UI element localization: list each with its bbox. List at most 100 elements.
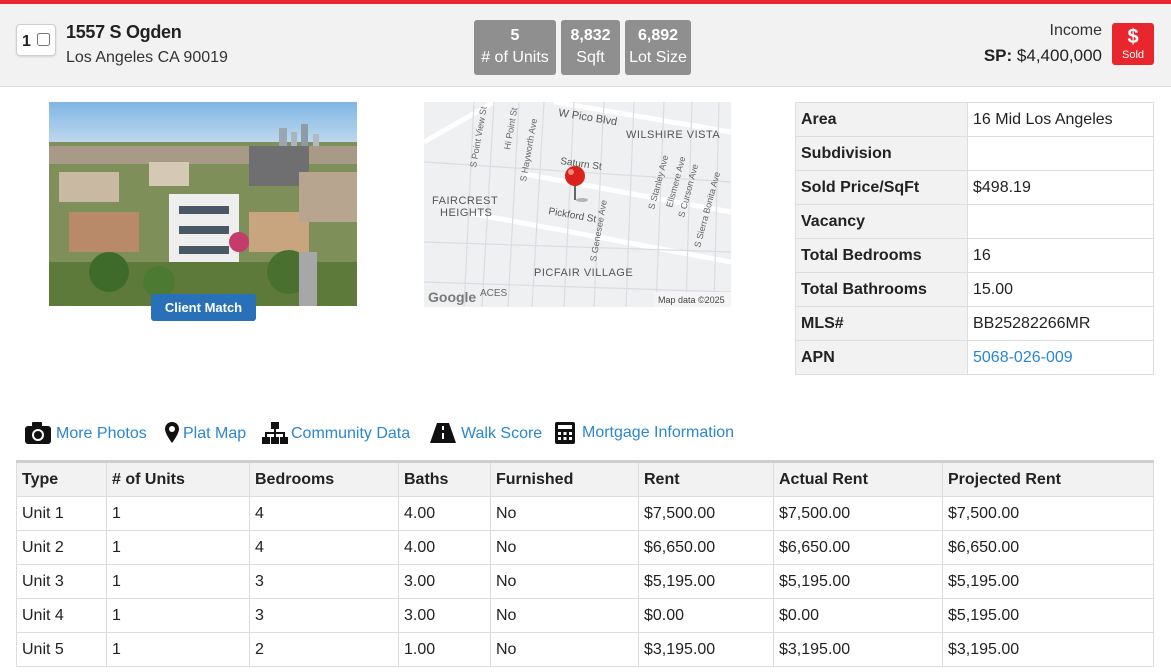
location-map[interactable]: W Pico Blvd WILSHIRE VISTA Saturn St FAI… xyxy=(424,102,731,307)
table-cell: $5,195.00 xyxy=(942,598,1154,633)
facts-label: Subdivision xyxy=(795,136,968,171)
table-cell: $7,500.00 xyxy=(942,496,1154,531)
camera-icon xyxy=(25,422,51,444)
more-photos-link[interactable]: More Photos xyxy=(24,418,152,448)
table-cell: 1.00 xyxy=(398,632,491,667)
facts-label: MLS# xyxy=(795,306,968,341)
facts-value-cell: 5068-026-009 xyxy=(967,340,1154,375)
street-map-image: W Pico Blvd WILSHIRE VISTA Saturn St FAI… xyxy=(424,102,731,307)
listing-select-checkbox[interactable] xyxy=(37,33,50,46)
table-cell: No xyxy=(490,496,639,531)
table-cell: No xyxy=(490,632,639,667)
mortgage-information-label: Mortgage Information xyxy=(582,424,735,441)
table-cell: Unit 1 xyxy=(16,496,107,531)
facts-label: Total Bathrooms xyxy=(795,272,968,307)
table-cell: $7,500.00 xyxy=(773,496,943,531)
facts-row-subdivision: Subdivision xyxy=(795,136,1154,171)
sold-price-label: SP: xyxy=(983,46,1013,65)
facts-row-total-bathrooms: Total Bathrooms 15.00 xyxy=(795,272,1154,307)
facts-label: Area xyxy=(795,102,968,137)
table-cell: $6,650.00 xyxy=(638,530,774,565)
community-data-label: Community Data xyxy=(291,425,411,442)
sitemap-icon xyxy=(262,422,288,444)
facts-value xyxy=(967,136,1154,171)
table-cell: $6,650.00 xyxy=(942,530,1154,565)
table-cell: 1 xyxy=(106,530,250,565)
stat-units: 5 # of Units xyxy=(474,20,556,75)
dollar-icon: $ xyxy=(1127,26,1139,48)
mortgage-information-link[interactable]: Mortgage Information xyxy=(554,418,780,448)
listing-index: 1 xyxy=(22,33,31,50)
sold-price-value: $4,400,000 xyxy=(1016,46,1102,65)
table-cell: 4 xyxy=(249,530,399,565)
calculator-icon xyxy=(555,422,575,444)
facts-row-total-bedrooms: Total Bedrooms 16 xyxy=(795,238,1154,273)
property-photo[interactable] xyxy=(49,102,357,306)
aerial-photo-image xyxy=(49,102,357,306)
google-logo: Google xyxy=(428,289,476,305)
facts-label: Vacancy xyxy=(795,204,968,239)
table-cell: $3,195.00 xyxy=(638,632,774,667)
table-cell: 3 xyxy=(249,598,399,633)
table-cell: $3,195.00 xyxy=(773,632,943,667)
table-cell: 1 xyxy=(106,564,250,599)
column-header-projected-rent: Projected Rent xyxy=(942,461,1154,497)
facts-row-area: Area 16 Mid Los Angeles xyxy=(795,102,1154,137)
listing-select-box[interactable]: 1 xyxy=(16,24,56,56)
table-row: Unit 4 1 3 3.00 No $0.00 $0.00 $5,195.00 xyxy=(16,598,1154,633)
more-photos-label: More Photos xyxy=(56,425,147,442)
map-pin-icon xyxy=(165,422,179,443)
stat-lot-size: 6,892 Lot Size xyxy=(625,20,691,75)
table-row: Unit 3 1 3 3.00 No $5,195.00 $5,195.00 $… xyxy=(16,564,1154,599)
table-cell: 1 xyxy=(106,598,250,633)
table-cell: 3.00 xyxy=(398,598,491,633)
apn-link[interactable]: 5068-026-009 xyxy=(973,349,1073,366)
status-badge: $ Sold xyxy=(1112,23,1154,65)
column-header-baths: Baths xyxy=(398,461,491,497)
facts-row-apn: APN 5068-026-009 xyxy=(795,340,1154,375)
column-header-units: # of Units xyxy=(106,461,250,497)
table-cell: 3 xyxy=(249,564,399,599)
facts-value: 16 Mid Los Angeles xyxy=(967,102,1154,137)
address-line-2: Los Angeles CA 90019 xyxy=(66,49,228,66)
column-header-actual-rent: Actual Rent xyxy=(773,461,943,497)
status-badge-label: Sold xyxy=(1121,49,1145,61)
table-cell: 4.00 xyxy=(398,496,491,531)
table-row: Unit 2 1 4 4.00 No $6,650.00 $6,650.00 $… xyxy=(16,530,1154,565)
client-match-button[interactable]: Client Match xyxy=(151,294,256,321)
stat-units-value: 5 xyxy=(510,27,520,44)
table-cell: No xyxy=(490,598,639,633)
road-icon xyxy=(430,423,456,443)
facts-value: $498.19 xyxy=(967,170,1154,205)
table-cell: Unit 4 xyxy=(16,598,107,633)
table-cell: $3,195.00 xyxy=(942,632,1154,667)
plat-map-label: Plat Map xyxy=(183,425,247,442)
plat-map-link[interactable]: Plat Map xyxy=(164,418,250,448)
table-cell: $6,650.00 xyxy=(773,530,943,565)
action-links-bar: More Photos Plat Map Community Data Walk… xyxy=(24,418,784,448)
community-data-link[interactable]: Community Data xyxy=(262,418,418,448)
table-cell: $0.00 xyxy=(773,598,943,633)
map-label-faircrest-2: HEIGHTS xyxy=(440,207,492,219)
column-header-bedrooms: Bedrooms xyxy=(249,461,399,497)
property-type: Income xyxy=(1049,22,1102,39)
table-cell: 1 xyxy=(106,496,250,531)
table-cell: $0.00 xyxy=(638,598,774,633)
facts-label: Sold Price/SqFt xyxy=(795,170,968,205)
map-label-aces: ACES xyxy=(480,288,508,299)
table-cell: No xyxy=(490,564,639,599)
table-cell: 2 xyxy=(249,632,399,667)
stat-lot-size-label: Lot Size xyxy=(629,49,687,66)
stat-sqft-label: Sqft xyxy=(576,49,605,66)
walk-score-label: Walk Score xyxy=(461,425,543,442)
walk-score-link[interactable]: Walk Score xyxy=(430,418,542,448)
facts-value: BB25282266MR xyxy=(967,306,1154,341)
table-cell: $7,500.00 xyxy=(638,496,774,531)
table-cell: $5,195.00 xyxy=(942,564,1154,599)
column-header-type: Type xyxy=(16,461,107,497)
address-line-1[interactable]: 1557 S Ogden xyxy=(66,22,182,43)
stat-sqft: 8,832 Sqft xyxy=(561,20,620,75)
table-cell: $5,195.00 xyxy=(773,564,943,599)
table-cell: 4.00 xyxy=(398,530,491,565)
facts-value xyxy=(967,204,1154,239)
